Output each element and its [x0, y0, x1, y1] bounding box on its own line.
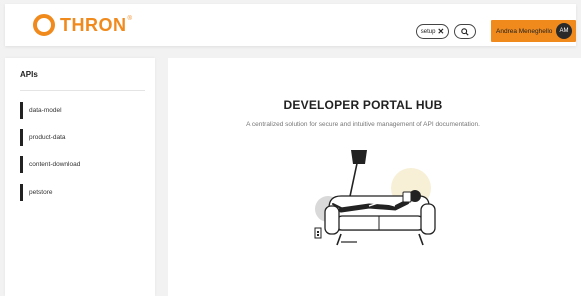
- user-name: Andrea Meneghello: [496, 27, 553, 35]
- logo-text: THRON: [60, 14, 127, 35]
- sidebar-item-label: product-data: [29, 134, 66, 141]
- sidebar-item-label: petstore: [29, 189, 53, 196]
- page-subtitle: A centralized solution for secure and in…: [246, 121, 480, 128]
- sidebar-item-label: data-model: [29, 107, 62, 114]
- page-title: DEVELOPER PORTAL HUB: [283, 98, 443, 112]
- sidebar-item-content-download[interactable]: content-download: [20, 156, 145, 173]
- sidebar-item-data-model[interactable]: data-model: [20, 102, 145, 119]
- logo-trademark: ®: [127, 16, 132, 22]
- item-indicator: [20, 102, 23, 119]
- avatar: AM: [556, 23, 572, 39]
- relaxing-on-sofa-illustration: [314, 150, 436, 246]
- sidebar-title: APIs: [20, 70, 38, 79]
- item-indicator: [20, 156, 23, 173]
- api-sidebar: APIs data-model product-data content-dow…: [5, 58, 155, 296]
- main-content: DEVELOPER PORTAL HUB A centralized solut…: [168, 58, 581, 296]
- user-menu-button[interactable]: Andrea Meneghello AM: [491, 20, 576, 42]
- item-indicator: [20, 184, 23, 201]
- logo-ring-icon: [33, 14, 55, 36]
- avatar-initials: AM: [559, 28, 569, 34]
- sidebar-item-petstore[interactable]: petstore: [20, 184, 145, 201]
- sidebar-divider: [20, 90, 145, 91]
- search-chip-label: setup: [420, 28, 436, 35]
- search-filter-chip[interactable]: setup ✕: [416, 24, 449, 39]
- clear-filter-icon[interactable]: ✕: [437, 27, 444, 36]
- top-header: THRON ® setup ✕ Andrea Meneghello AM: [5, 4, 576, 46]
- search-button[interactable]: [454, 24, 476, 39]
- sidebar-item-label: content-download: [29, 161, 81, 168]
- search-icon: [461, 27, 469, 36]
- thron-logo[interactable]: THRON ®: [33, 13, 132, 37]
- sidebar-item-product-data[interactable]: product-data: [20, 129, 145, 146]
- item-indicator: [20, 129, 23, 146]
